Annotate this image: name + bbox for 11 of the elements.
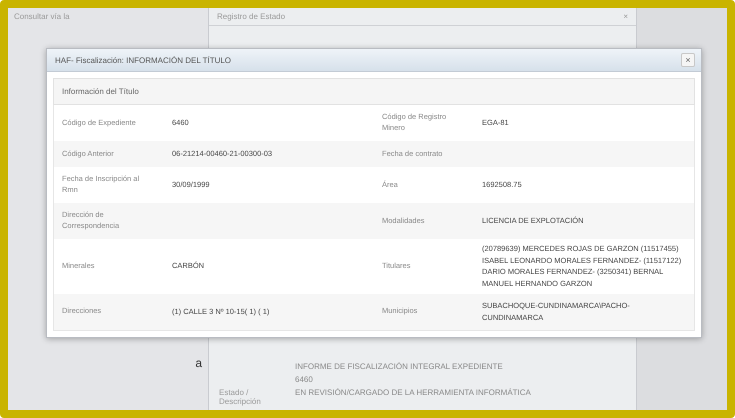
- background-close-icon: ×: [623, 12, 628, 21]
- background-text: INFORME DE FISCALIZACIÓN INTEGRAL EXPEDIENTE: [295, 362, 504, 371]
- background-label: Estado / Descripción: [219, 388, 262, 406]
- background-text: EN REVISIÓN/CARGADO DE LA HERRAMIENTA INFORMÁTICA: [295, 388, 532, 399]
- background-window-title: Registro de Estado: [217, 12, 286, 21]
- background-text: 6460: [295, 375, 314, 384]
- close-button[interactable]: ×: [681, 53, 695, 67]
- section-header: Información del Título: [53, 78, 695, 105]
- side-text: a: [195, 356, 202, 370]
- dialog-title: HAF- Fiscalización: INFORMACIÓN DEL TÍTULO: [55, 56, 232, 64]
- breadcrumb-text: Consultar vía la: [14, 12, 71, 21]
